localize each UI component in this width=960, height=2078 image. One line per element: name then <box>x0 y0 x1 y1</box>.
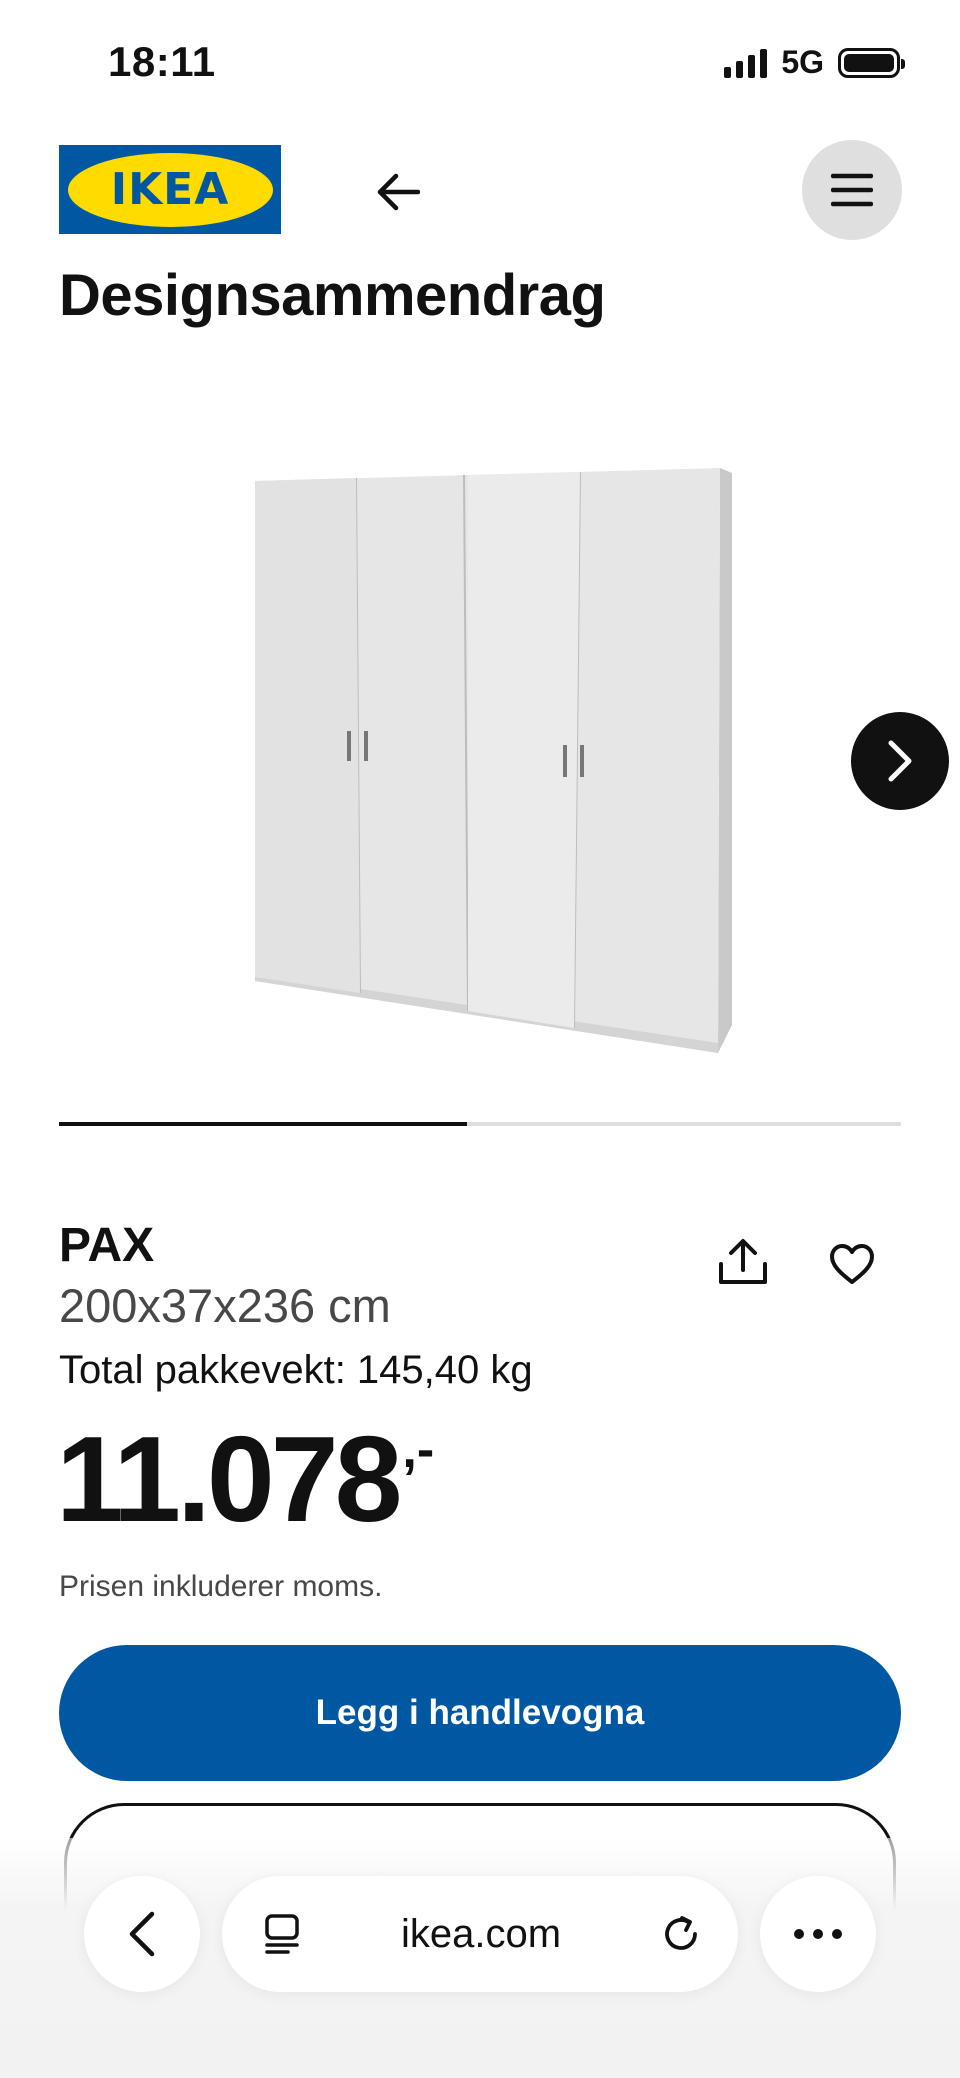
wardrobe-illustration <box>255 468 732 1053</box>
hamburger-menu-icon <box>831 173 873 207</box>
chevron-left-icon <box>129 1911 155 1957</box>
share-icon <box>719 1239 767 1284</box>
network-type: 5G <box>781 44 824 80</box>
gallery-progress <box>59 1122 901 1126</box>
add-to-cart-button[interactable]: Legg i handlevogna <box>59 1645 901 1781</box>
next-image-button[interactable] <box>851 712 949 810</box>
logo-text: IKEA <box>110 164 230 215</box>
battery-icon <box>838 47 905 78</box>
browser-toolbar: ikea.com <box>0 1838 960 2078</box>
gallery-progress-fill <box>59 1122 468 1126</box>
page-title: Designsammendrag <box>59 263 606 328</box>
status-bar: 18:11 5G <box>0 0 960 120</box>
browser-back-button[interactable] <box>84 1876 200 1992</box>
product-name: PAX <box>59 1219 155 1272</box>
product-dimensions: 200x37x236 cm <box>59 1279 391 1332</box>
reload-icon[interactable] <box>660 1913 702 1955</box>
menu-button[interactable] <box>802 140 902 240</box>
address-bar[interactable]: ikea.com <box>222 1876 738 1992</box>
product-weight: Total pakkevekt: 145,40 kg <box>59 1348 533 1392</box>
share-button[interactable] <box>713 1232 773 1292</box>
tabs-icon <box>265 1914 299 1954</box>
ellipsis-icon <box>794 1929 842 1939</box>
price-integer: 11.078 <box>56 1411 402 1547</box>
heart-icon <box>830 1244 874 1284</box>
status-time: 18:11 <box>108 38 216 85</box>
signal-icon <box>724 48 768 78</box>
chevron-right-icon <box>888 740 912 782</box>
favourite-button[interactable] <box>820 1232 884 1296</box>
more-options-button[interactable] <box>760 1876 876 1992</box>
ikea-logo[interactable]: IKEA <box>59 145 281 234</box>
status-indicators: 5G <box>724 44 905 81</box>
price-decimal: ,- <box>402 1421 435 1479</box>
url-text: ikea.com <box>400 1911 562 1956</box>
vat-note: Prisen inkluderer moms. <box>59 1570 383 1603</box>
back-button[interactable] <box>366 160 430 224</box>
product-price: 11.078 ,- <box>56 1418 434 1540</box>
arrow-left-icon <box>377 173 420 211</box>
product-image[interactable] <box>240 455 740 1065</box>
